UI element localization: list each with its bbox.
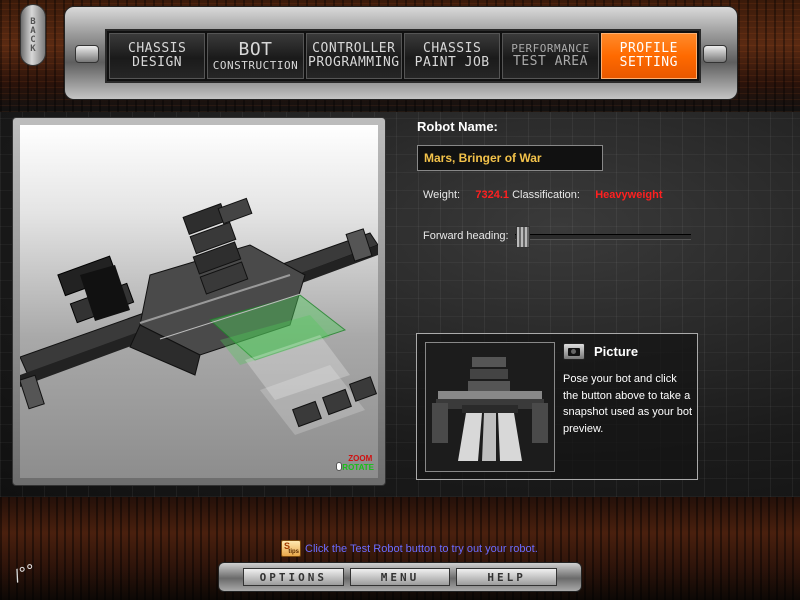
robot-name-label: Robot Name:	[417, 119, 498, 134]
bot-snapshot-preview	[425, 342, 555, 472]
tip-text: Click the Test Robot button to try out y…	[305, 542, 538, 555]
mouse-icon	[336, 462, 343, 471]
picture-panel: Picture Pose your bot and click the butt…	[416, 333, 698, 480]
tab-label-line2: PAINT JOB	[414, 55, 490, 70]
camera-control-hint: ZOOM ROTATE	[336, 454, 374, 472]
menu-button[interactable]: MENU	[349, 568, 451, 586]
bottom-nav-bar: OPTIONS MENU HELP	[218, 562, 582, 592]
weight-value: 7324.1	[475, 189, 510, 201]
tips-icon-glyph: S	[284, 541, 291, 551]
tab-performance-test-area[interactable]: PERFORMANCE TEST AREA	[502, 33, 599, 79]
tab-controller-programming[interactable]: CONTROLLER PROGRAMMING	[305, 33, 402, 79]
options-button[interactable]: OPTIONS	[243, 568, 344, 586]
back-button[interactable]: BACK	[20, 4, 46, 66]
tab-label-line1: CHASSIS	[128, 40, 187, 56]
robot-model-illustration	[20, 197, 378, 435]
forward-heading-slider[interactable]	[511, 226, 691, 248]
classification-label: Classification:	[512, 189, 580, 201]
picture-title: Picture	[594, 344, 639, 359]
heading-slider-thumb[interactable]	[516, 226, 530, 248]
tab-chassis-paint-job[interactable]: CHASSIS PAINT JOB	[403, 33, 501, 79]
tab-label-line2: DESIGN	[132, 55, 183, 70]
robot-stats-row: Weight: 7324.1 Classification: Heavyweig…	[423, 189, 662, 201]
help-button[interactable]: HELP	[456, 568, 558, 586]
zoom-hint-label: ZOOM	[348, 454, 373, 463]
nav-frame-right-cap	[703, 45, 727, 63]
forward-heading-label: Forward heading:	[423, 230, 509, 242]
tab-label-line1: PROFILE	[619, 40, 678, 56]
back-button-label: BACK	[28, 17, 38, 53]
top-nav-frame: CHASSIS DESIGN BOT CONSTRUCTION CONTROLL…	[64, 6, 738, 100]
classification-value: Heavyweight	[595, 189, 663, 201]
robot-name-input[interactable]	[417, 145, 603, 171]
tab-label-line2: CONSTRUCTION	[212, 58, 299, 72]
rotate-hint-label: ROTATE	[342, 463, 374, 472]
tab-label-line1: CONTROLLER	[312, 40, 396, 56]
tab-bot-construction[interactable]: BOT CONSTRUCTION	[207, 33, 304, 79]
picture-description: Pose your bot and click the button above…	[563, 373, 693, 435]
camera-icon	[568, 347, 580, 356]
tab-label-line2: TEST AREA	[513, 53, 588, 69]
tab-label-line1: BOT	[238, 39, 273, 61]
tip-row: S tips Click the Test Robot button to tr…	[281, 540, 538, 557]
nav-frame-left-cap	[75, 45, 99, 63]
tab-profile-setting[interactable]: PROFILE SETTING	[600, 33, 697, 79]
tab-label-line2: PROGRAMMING	[308, 55, 400, 70]
bot-snapshot-image	[426, 343, 554, 471]
tab-chassis-design[interactable]: CHASSIS DESIGN	[109, 33, 206, 79]
weight-label: Weight:	[423, 189, 461, 201]
heading-slider-track[interactable]	[515, 234, 691, 240]
top-nav: CHASSIS DESIGN BOT CONSTRUCTION CONTROLL…	[105, 29, 701, 83]
tips-icon[interactable]: S tips	[281, 540, 301, 557]
robot-3d-viewport[interactable]: ZOOM ROTATE	[20, 125, 378, 478]
robot-viewport-frame: ZOOM ROTATE	[12, 117, 386, 486]
take-snapshot-button[interactable]	[563, 343, 585, 360]
tab-label-line1: CHASSIS	[423, 40, 482, 56]
tab-label-line2: SETTING	[619, 55, 678, 70]
